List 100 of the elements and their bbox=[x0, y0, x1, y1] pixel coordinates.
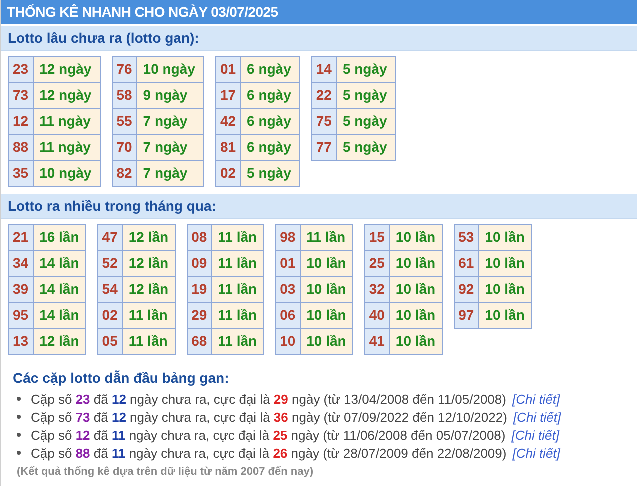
count-cell: 11 lần bbox=[212, 329, 264, 355]
count-cell: 16 lần bbox=[34, 225, 86, 251]
count-cell: 14 lần bbox=[34, 251, 86, 277]
leaders-heading: Các cặp lotto dẫn đầu bảng gan: bbox=[13, 370, 230, 386]
count-cell: 11 lần bbox=[122, 329, 176, 355]
page-title: THỐNG KÊ NHANH CHO NGÀY 03/07/2025 bbox=[1, 0, 637, 24]
count-cell: 10 lần bbox=[300, 277, 354, 303]
count-cell: 11 lần bbox=[212, 225, 264, 251]
number-cell: 55 bbox=[112, 109, 138, 135]
detail-link[interactable]: [Chi tiết] bbox=[512, 392, 560, 406]
count-cell: 14 lần bbox=[34, 303, 86, 329]
number-cell: 68 bbox=[188, 329, 212, 355]
count-cell: 10 lần bbox=[390, 303, 443, 329]
count-cell: 5 ngày bbox=[336, 57, 396, 83]
number-cell: 10 bbox=[276, 329, 301, 355]
count-cell: 10 lần bbox=[300, 329, 354, 355]
count-cell: 12 lần bbox=[122, 251, 176, 277]
count-cell: 14 lần bbox=[34, 277, 86, 303]
number-cell: 82 bbox=[112, 161, 138, 187]
count-cell: 11 lần bbox=[212, 303, 264, 329]
number-cell: 06 bbox=[276, 303, 301, 329]
number-cell: 52 bbox=[98, 251, 123, 277]
count-cell: 11 ngày bbox=[34, 135, 101, 161]
count-cell: 11 lần bbox=[122, 303, 176, 329]
count-cell: 5 ngày bbox=[336, 135, 396, 161]
count-cell: 6 ngày bbox=[241, 135, 300, 161]
number-cell: 39 bbox=[9, 277, 34, 303]
count-cell: 12 lần bbox=[34, 329, 86, 355]
number-cell: 70 bbox=[112, 135, 138, 161]
count-cell: 9 ngày bbox=[137, 83, 204, 109]
number-cell: 77 bbox=[312, 135, 337, 161]
number-cell: 58 bbox=[112, 83, 138, 109]
count-cell: 11 lần bbox=[212, 277, 264, 303]
leader-sentence: Cặp số 12 đã 11 ngày chưa ra, cực đại là 25 ngày (từ 11/06/2008 đến 05/07/2008) bbox=[31, 428, 506, 442]
count-cell: 6 ngày bbox=[241, 83, 300, 109]
count-cell: 12 ngày bbox=[34, 83, 101, 109]
count-cell: 10 lần bbox=[479, 225, 532, 251]
count-cell: 5 ngày bbox=[336, 109, 396, 135]
count-cell: 10 lần bbox=[300, 303, 354, 329]
number-cell: 73 bbox=[9, 83, 34, 109]
footnote: (Kết quả thống kê dựa trên dữ liệu từ năm 2007 đến nay) bbox=[16, 465, 315, 478]
number-cell: 19 bbox=[188, 277, 212, 303]
count-cell: 10 lần bbox=[390, 251, 443, 277]
number-cell: 32 bbox=[365, 277, 390, 303]
section-heading: Lotto lâu chưa ra (lotto gan): bbox=[1, 26, 637, 51]
number-cell: 98 bbox=[276, 225, 301, 251]
count-cell: 10 lần bbox=[479, 277, 532, 303]
count-cell: 6 ngày bbox=[241, 57, 300, 83]
bullet-icon bbox=[17, 451, 21, 455]
count-cell: 10 lần bbox=[479, 303, 532, 329]
bullet-icon bbox=[17, 397, 21, 401]
number-cell: 92 bbox=[454, 277, 480, 303]
number-cell: 15 bbox=[365, 225, 390, 251]
count-cell: 12 lần bbox=[122, 277, 176, 303]
number-cell: 88 bbox=[9, 135, 34, 161]
leader-sentence: Cặp số 88 đã 11 ngày chưa ra, cực đại là 26 ngày (từ 28/07/2009 đến 22/08/2009) bbox=[31, 446, 507, 460]
number-cell: 53 bbox=[454, 225, 480, 251]
count-cell: 11 lần bbox=[300, 225, 354, 251]
number-cell: 54 bbox=[98, 277, 123, 303]
count-cell: 11 ngày bbox=[34, 109, 101, 135]
detail-link[interactable]: [Chi tiết] bbox=[513, 410, 562, 424]
number-cell: 47 bbox=[98, 225, 123, 251]
number-cell: 40 bbox=[365, 303, 390, 329]
number-cell: 21 bbox=[9, 225, 34, 251]
number-cell: 76 bbox=[112, 57, 138, 83]
number-cell: 01 bbox=[216, 57, 242, 83]
number-cell: 29 bbox=[188, 303, 212, 329]
number-cell: 75 bbox=[312, 109, 337, 135]
count-cell: 12 ngày bbox=[34, 57, 101, 83]
count-cell: 5 ngày bbox=[336, 83, 396, 109]
count-cell: 10 lần bbox=[300, 251, 354, 277]
number-cell: 22 bbox=[312, 83, 337, 109]
number-cell: 14 bbox=[312, 57, 337, 83]
number-cell: 03 bbox=[276, 277, 301, 303]
count-cell: 7 ngày bbox=[137, 161, 204, 187]
number-cell: 05 bbox=[98, 329, 123, 355]
count-cell: 7 ngày bbox=[137, 135, 204, 161]
detail-link[interactable]: [Chi tiết] bbox=[512, 428, 560, 442]
number-cell: 95 bbox=[9, 303, 34, 329]
leader-sentence: Cặp số 73 đã 12 ngày chưa ra, cực đại là 36 ngày (từ 07/09/2022 đến 12/10/2022) bbox=[31, 410, 508, 424]
number-cell: 97 bbox=[454, 303, 480, 329]
count-cell: 10 lần bbox=[390, 225, 443, 251]
number-cell: 13 bbox=[9, 329, 34, 355]
number-cell: 41 bbox=[365, 329, 390, 355]
bullet-icon bbox=[17, 433, 21, 437]
number-cell: 08 bbox=[188, 225, 212, 251]
count-cell: 5 ngày bbox=[241, 161, 300, 187]
section-heading: Lotto ra nhiều trong tháng qua: bbox=[1, 194, 637, 219]
number-cell: 25 bbox=[365, 251, 390, 277]
number-cell: 09 bbox=[188, 251, 212, 277]
number-cell: 12 bbox=[9, 109, 34, 135]
count-cell: 10 lần bbox=[390, 329, 443, 355]
detail-link[interactable]: [Chi tiết] bbox=[512, 446, 560, 460]
count-cell: 12 lần bbox=[122, 225, 176, 251]
number-cell: 34 bbox=[9, 251, 34, 277]
count-cell: 10 ngày bbox=[137, 57, 204, 83]
count-cell: 11 lần bbox=[212, 251, 264, 277]
number-cell: 02 bbox=[98, 303, 123, 329]
number-cell: 01 bbox=[276, 251, 301, 277]
leader-sentence: Cặp số 23 đã 12 ngày chưa ra, cực đại là 29 ngày (từ 13/04/2008 đến 11/05/2008) bbox=[31, 392, 506, 406]
